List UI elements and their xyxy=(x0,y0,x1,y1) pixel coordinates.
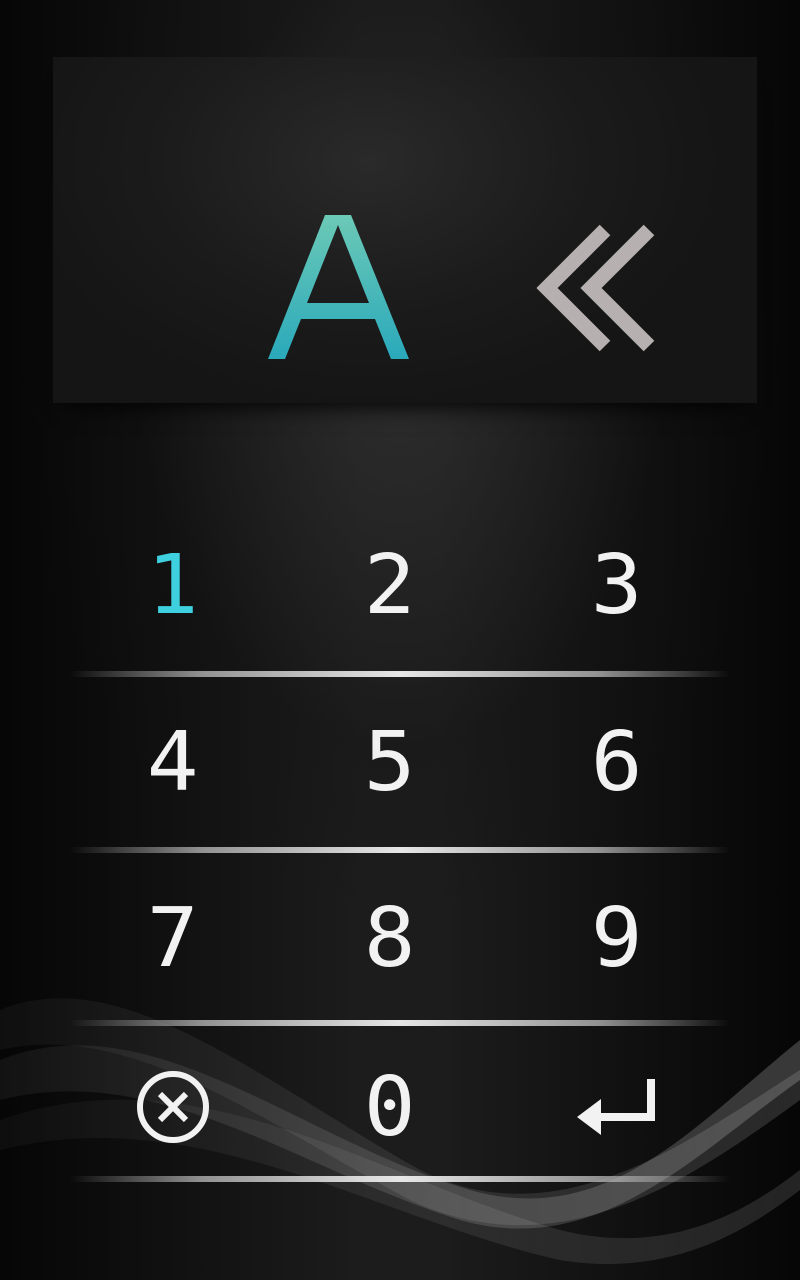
key-4-label: 4 xyxy=(147,714,199,810)
key-7-label: 7 xyxy=(147,890,199,986)
key-3[interactable]: 3 xyxy=(504,500,730,670)
entered-character-glyph xyxy=(268,215,409,359)
clear-button[interactable] xyxy=(60,1022,286,1192)
keypad-row-3: 7 8 9 xyxy=(60,853,740,1029)
key-4[interactable]: 4 xyxy=(60,677,286,847)
key-8-label: 8 xyxy=(364,890,416,986)
key-0-label: 0 xyxy=(364,1059,416,1155)
key-1-label: 1 xyxy=(147,537,199,633)
enter-return-icon xyxy=(577,1079,655,1135)
key-5-label: 5 xyxy=(364,714,416,810)
key-9[interactable]: 9 xyxy=(504,853,730,1023)
double-chevron-left-icon xyxy=(536,224,655,352)
display-panel: A xyxy=(53,57,757,403)
keypad-row-2: 4 5 6 xyxy=(60,677,740,853)
entered-character: A xyxy=(263,197,413,367)
key-7[interactable]: 7 xyxy=(60,853,286,1023)
key-3-label: 3 xyxy=(591,537,643,633)
key-9-label: 9 xyxy=(591,890,643,986)
keypad-row-1: 1 2 3 xyxy=(60,500,740,676)
keypad: 1 2 3 4 5 6 7 8 9 0 xyxy=(60,500,740,1200)
keypad-row-4: 0 xyxy=(60,1022,740,1198)
key-0[interactable]: 0 xyxy=(277,1022,503,1192)
key-5[interactable]: 5 xyxy=(277,677,503,847)
clear-circle-x-icon xyxy=(137,1071,209,1143)
enter-button[interactable] xyxy=(504,1022,730,1192)
key-1[interactable]: 1 xyxy=(60,500,286,670)
backspace-button[interactable] xyxy=(533,222,663,354)
key-2-label: 2 xyxy=(364,537,416,633)
key-2[interactable]: 2 xyxy=(277,500,503,670)
row-divider xyxy=(70,1176,730,1182)
key-8[interactable]: 8 xyxy=(277,853,503,1023)
key-6-label: 6 xyxy=(591,714,643,810)
key-6[interactable]: 6 xyxy=(504,677,730,847)
